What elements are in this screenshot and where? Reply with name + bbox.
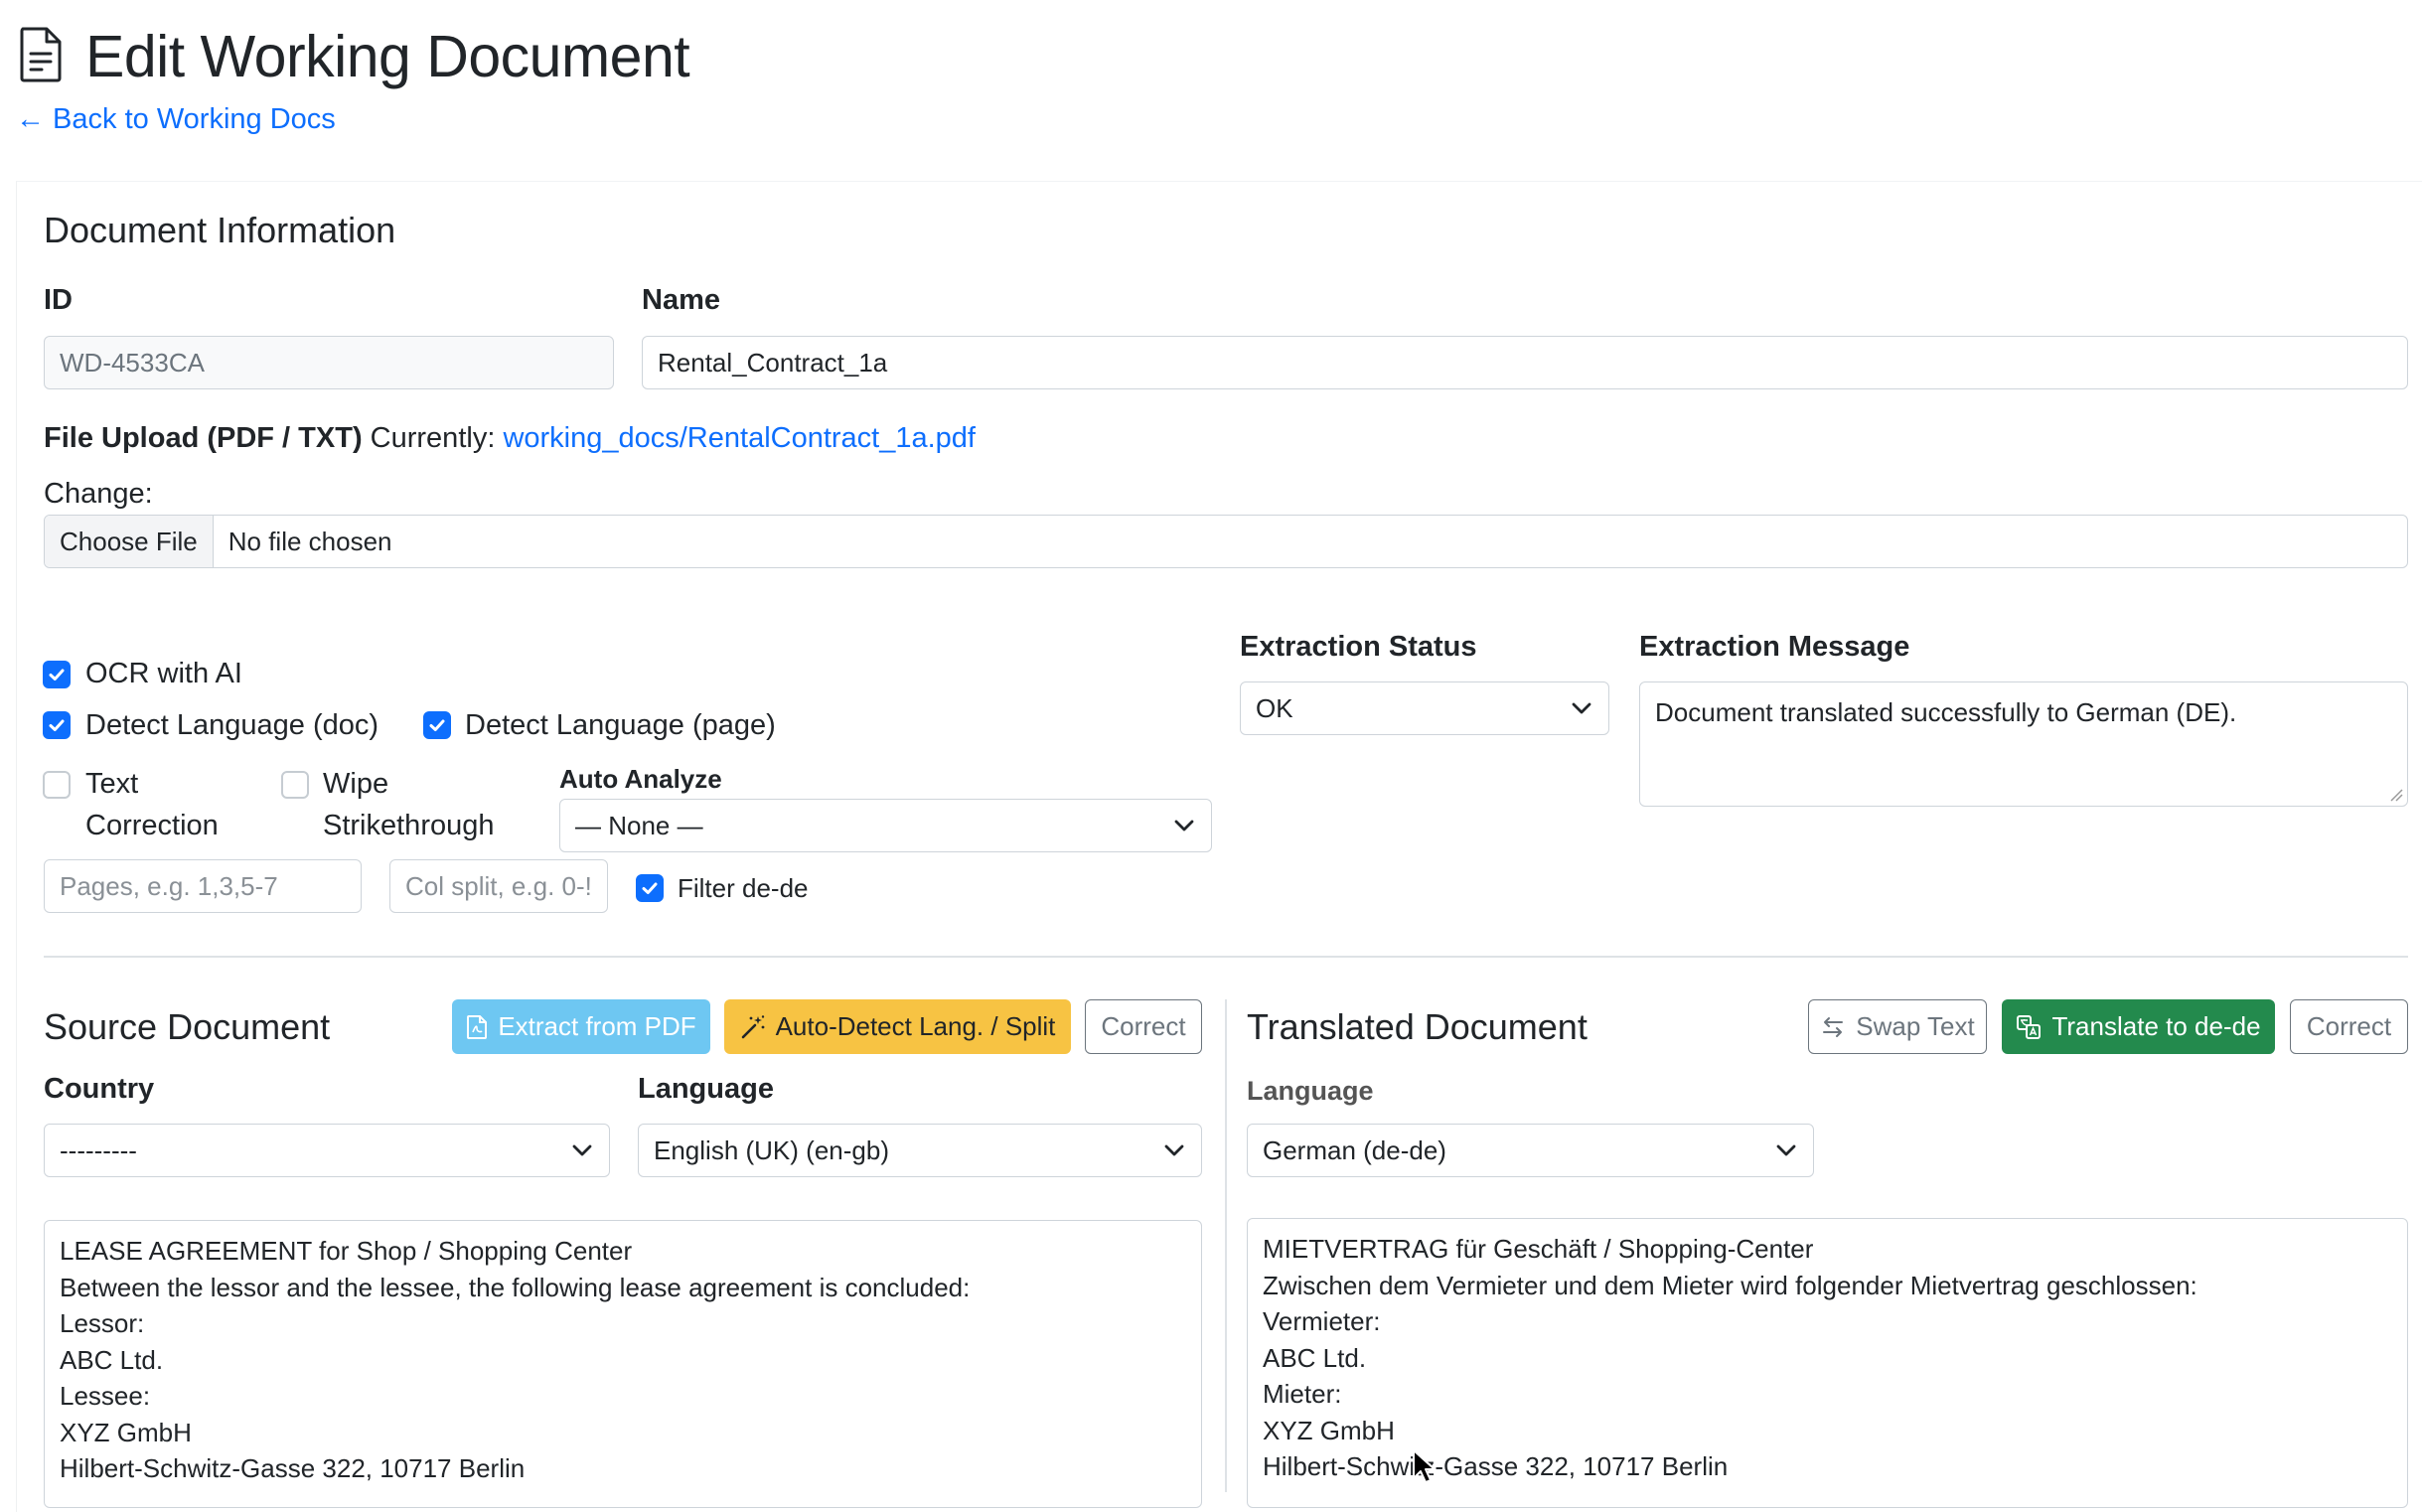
swap-arrows-icon (1823, 1016, 1844, 1037)
extract-from-pdf-label: Extract from PDF (498, 1011, 696, 1041)
currently-label: Currently: (370, 422, 496, 454)
pdf-file-icon (467, 1014, 488, 1039)
swap-text-label: Swap Text (1856, 1011, 1975, 1041)
name-field[interactable]: Rental_Contract_1a (642, 336, 2408, 389)
translated-language-label: Language (1247, 1076, 1374, 1106)
current-file-link[interactable]: working_docs/RentalContract_1a.pdf (503, 422, 976, 454)
filter-de-de-label: Filter de-de (678, 873, 809, 903)
source-line: Hilbert-Schwitz-Gasse 322, 10717 Berlin (60, 1453, 526, 1483)
id-field[interactable]: WD-4533CA (44, 336, 614, 389)
source-line: Lessor: (60, 1308, 145, 1338)
auto-detect-split-label: Auto-Detect Lang. / Split (775, 1011, 1056, 1041)
extraction-status-value: OK (1256, 692, 1293, 723)
translated-language-select[interactable]: German (de-de) (1247, 1124, 1814, 1177)
translated-line: Zwischen dem Vermieter und dem Mieter wi… (1263, 1270, 2197, 1300)
source-line: Lessee: (60, 1381, 151, 1411)
auto-analyze-value: — None — (575, 810, 703, 840)
ocr-with-ai-label: OCR with AI (85, 658, 242, 689)
chevron-down-icon (1572, 702, 1591, 714)
chevron-down-icon (1164, 1144, 1184, 1156)
extraction-status-label: Extraction Status (1240, 631, 1477, 663)
source-line: Between the lessor and the lessee, the f… (60, 1272, 971, 1302)
file-upload-row: File Upload (PDF / TXT) Currently: worki… (44, 420, 976, 456)
chevron-down-icon (572, 1144, 592, 1156)
text-correction-label-line2: Correction (85, 810, 219, 841)
checkbox-checked-icon[interactable] (43, 661, 71, 688)
checkbox-unchecked-icon[interactable] (43, 771, 71, 799)
chevron-down-icon (1776, 1144, 1796, 1156)
extraction-message-label: Extraction Message (1639, 631, 1910, 663)
detect-language-page-checkbox[interactable] (423, 711, 451, 739)
text-correction-label-line1: Text (85, 768, 139, 800)
change-label: Change: (44, 478, 153, 510)
country-value: --------- (60, 1134, 137, 1165)
source-correct-button[interactable]: Correct (1085, 999, 1202, 1054)
source-line: XYZ GmbH (60, 1417, 192, 1447)
detect-language-doc-checkbox[interactable] (43, 711, 71, 739)
translated-correct-button[interactable]: Correct (2290, 999, 2408, 1054)
filter-de-de-checkbox[interactable] (636, 874, 664, 902)
wipe-strikethrough-checkbox[interactable] (281, 771, 309, 799)
file-upload-input[interactable]: Choose File No file chosen (44, 515, 2408, 568)
translated-line: XYZ GmbH (1263, 1415, 1395, 1445)
checkbox-checked-icon[interactable] (423, 711, 451, 739)
source-line: ABC Ltd. (60, 1344, 164, 1375)
source-document-heading: Source Document (44, 1006, 331, 1047)
translated-line: ABC Ltd. (1263, 1342, 1367, 1373)
translate-icon (2017, 1014, 2042, 1039)
no-file-chosen-text: No file chosen (227, 526, 392, 556)
auto-analyze-label: Auto Analyze (559, 764, 722, 794)
column-divider (1225, 999, 1227, 1492)
magic-wand-icon (741, 1014, 764, 1038)
name-label: Name (642, 284, 720, 316)
translated-language-value: German (de-de) (1263, 1134, 1446, 1165)
translated-line: MIETVERTRAG für Geschäft / Shopping-Cent… (1263, 1234, 1814, 1264)
pages-input[interactable]: Pages, e.g. 1,3,5-7 (44, 859, 362, 913)
auto-analyze-select[interactable]: — None — (559, 799, 1212, 852)
source-language-select[interactable]: English (UK) (en-gb) (638, 1124, 1202, 1177)
country-label: Country (44, 1073, 155, 1105)
wipe-strikethrough-label-line1: Wipe (323, 768, 389, 800)
swap-text-button[interactable]: Swap Text (1808, 999, 1987, 1054)
text-correction-checkbox[interactable] (43, 771, 71, 799)
section-divider (44, 956, 2408, 958)
wipe-strikethrough-label-line2: Strikethrough (323, 810, 495, 841)
document-icon (20, 27, 62, 82)
checkbox-unchecked-icon[interactable] (281, 771, 309, 799)
ocr-with-ai-checkbox[interactable] (43, 661, 71, 688)
checkbox-checked-icon[interactable] (43, 711, 71, 739)
extraction-message-textarea[interactable]: Document translated successfully to Germ… (1639, 681, 2408, 807)
source-text-area[interactable]: LEASE AGREEMENT for Shop / Shopping Cent… (44, 1220, 1202, 1508)
translated-line: Mieter: (1263, 1379, 1342, 1409)
translate-button[interactable]: Translate to de-de (2002, 999, 2275, 1054)
back-to-working-docs-link[interactable]: ← Back to Working Docs (16, 103, 336, 136)
country-select[interactable]: --------- (44, 1124, 610, 1177)
col-split-input[interactable]: Col split, e.g. 0-! (389, 859, 608, 913)
detect-language-page-label: Detect Language (page) (465, 709, 776, 741)
extraction-status-select[interactable]: OK (1240, 681, 1609, 735)
source-line: LEASE AGREEMENT for Shop / Shopping Cent… (60, 1236, 633, 1266)
extract-from-pdf-button[interactable]: Extract from PDF (452, 999, 710, 1054)
source-language-label: Language (638, 1073, 774, 1105)
translated-line: Vermieter: (1263, 1306, 1381, 1336)
source-language-value: English (UK) (en-gb) (654, 1134, 889, 1165)
translate-label: Translate to de-de (2051, 1011, 2261, 1041)
mouse-cursor-icon (1413, 1449, 1436, 1483)
extraction-message-value: Document translated successfully to Germ… (1655, 697, 2237, 727)
document-information-heading: Document Information (44, 210, 396, 250)
chevron-down-icon (1174, 820, 1194, 832)
resize-handle-icon[interactable] (2389, 788, 2403, 802)
translated-document-heading: Translated Document (1247, 1006, 1588, 1047)
choose-file-button[interactable]: Choose File (45, 516, 214, 567)
id-label: ID (44, 284, 73, 316)
page-title: Edit Working Document (85, 24, 690, 89)
file-upload-label: File Upload (PDF / TXT) (44, 422, 363, 454)
detect-language-doc-label: Detect Language (doc) (85, 709, 379, 741)
checkbox-checked-icon[interactable] (636, 874, 664, 902)
auto-detect-split-button[interactable]: Auto-Detect Lang. / Split (724, 999, 1071, 1054)
